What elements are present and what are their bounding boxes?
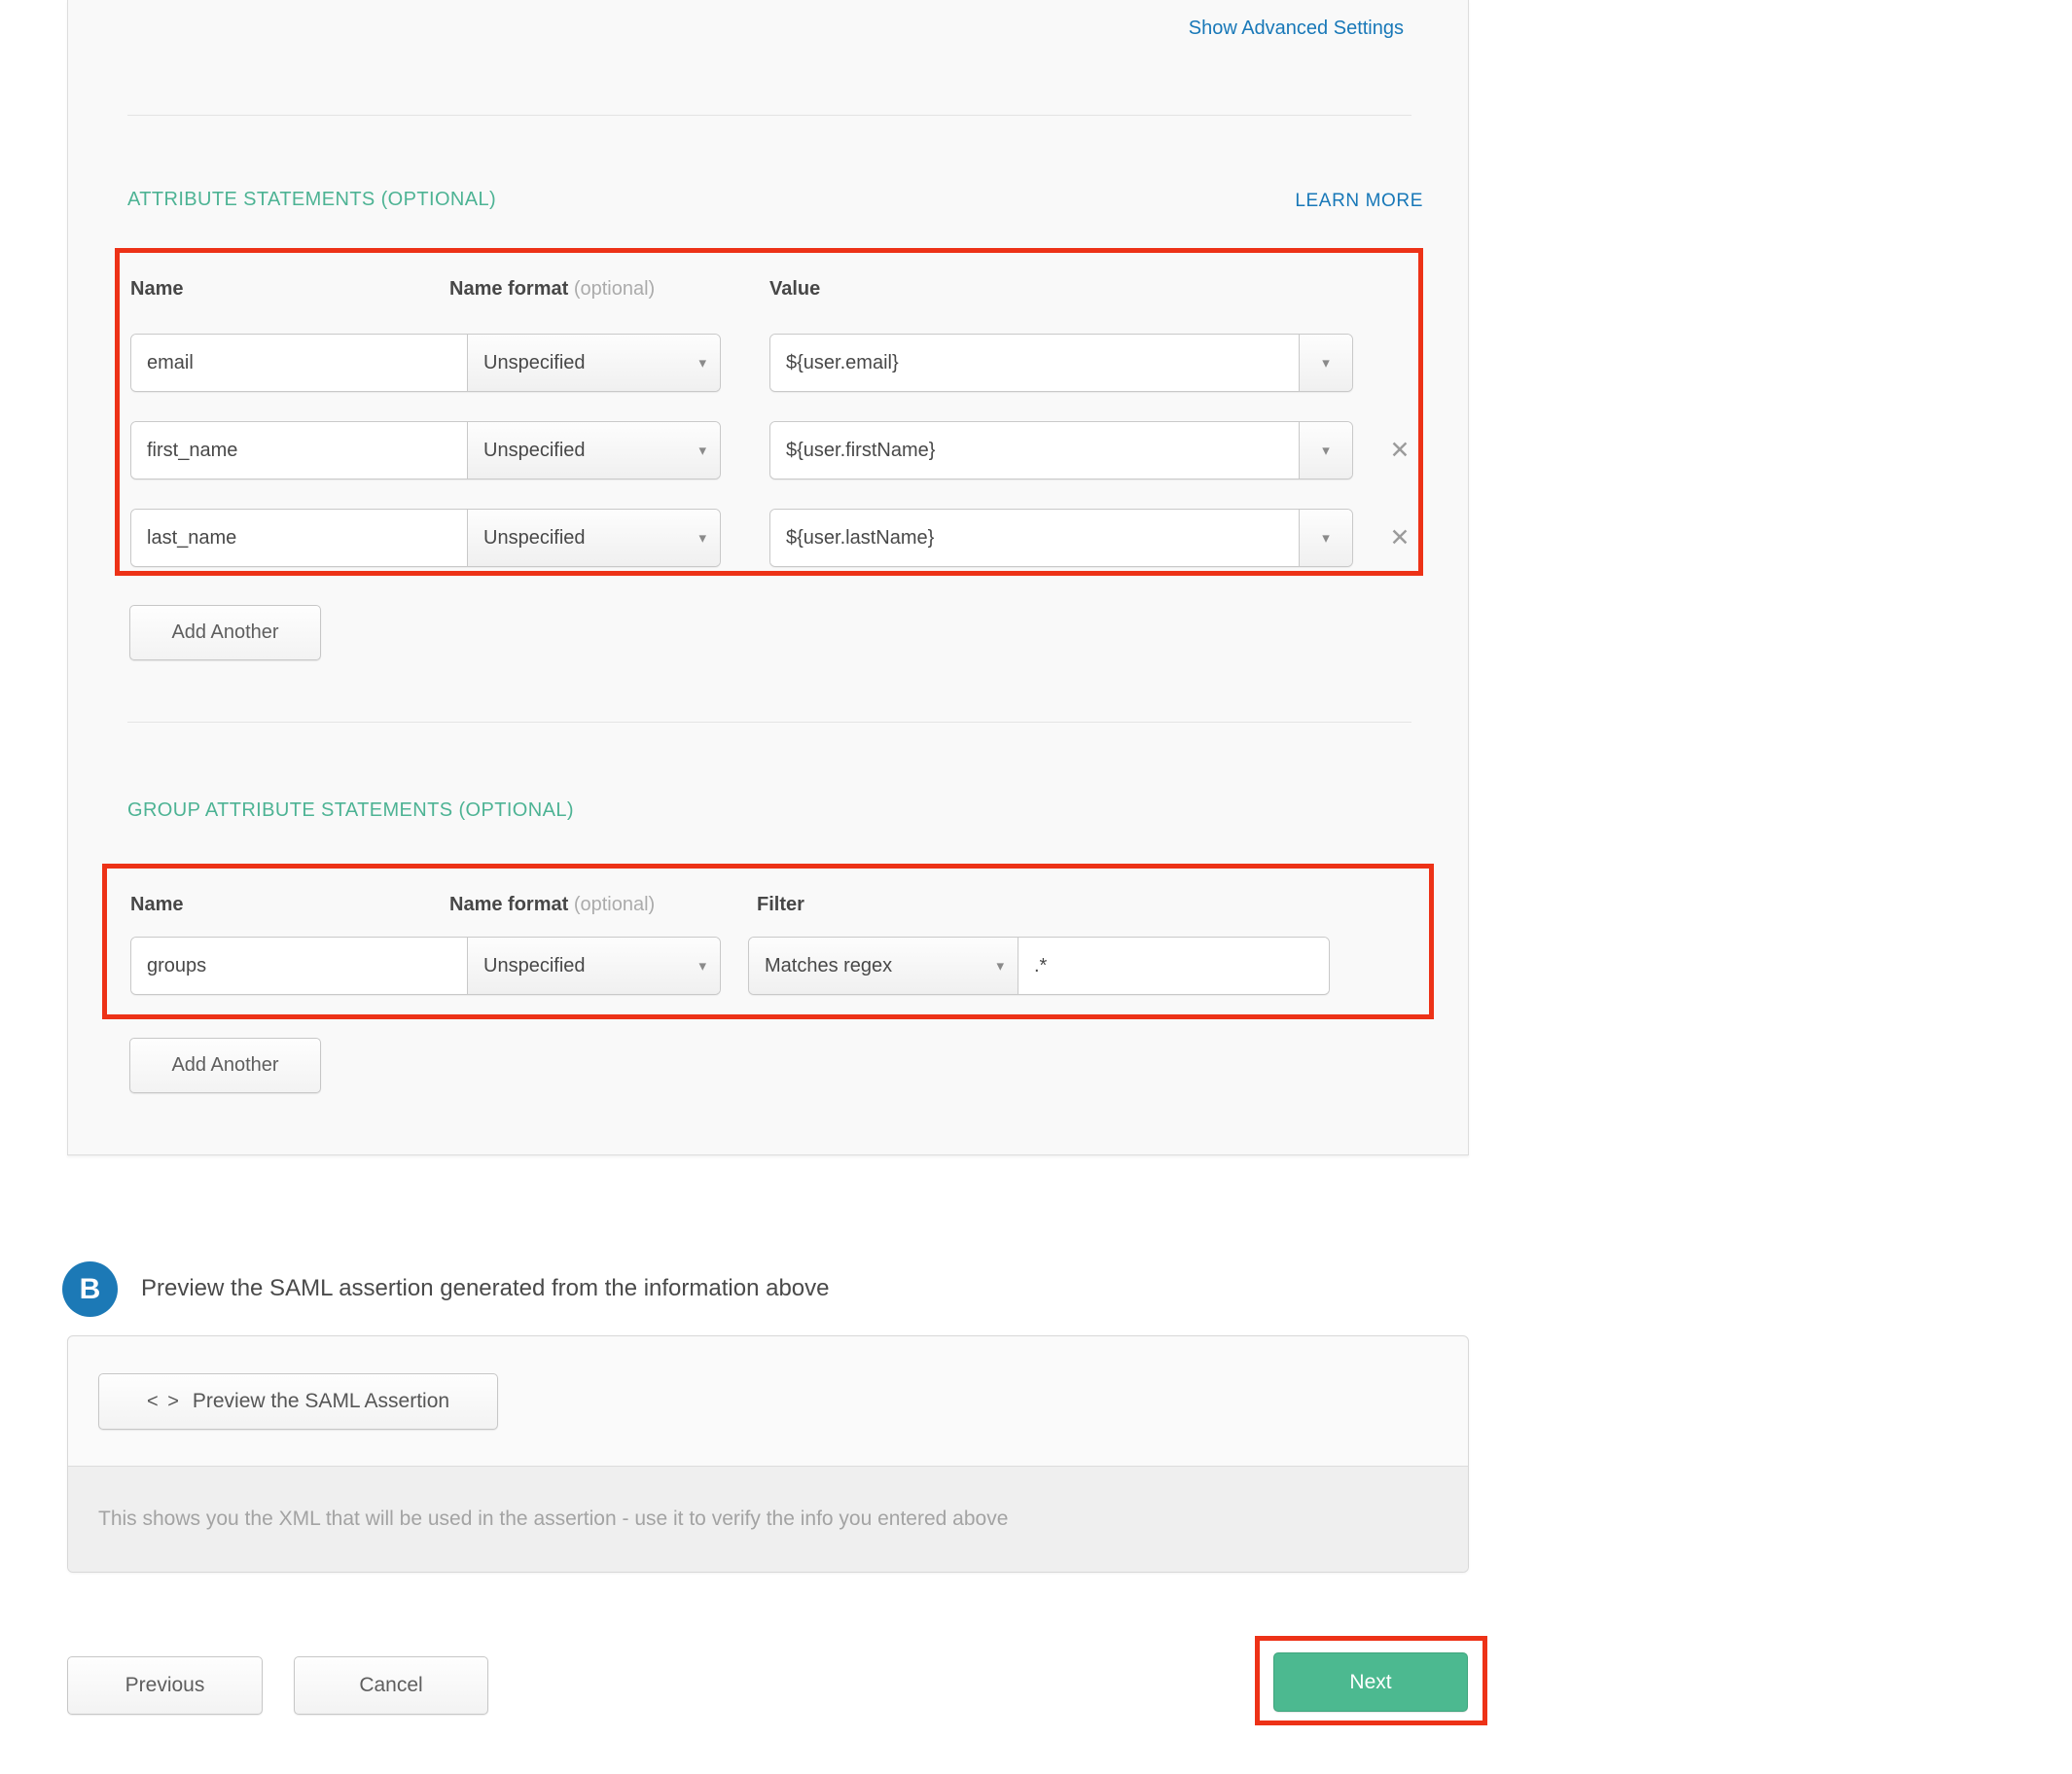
- chevron-down-icon: ▾: [1322, 442, 1330, 459]
- column-header-value: Value: [769, 278, 820, 301]
- remove-row-button[interactable]: ✕: [1378, 509, 1421, 567]
- step-b-badge: B: [62, 1261, 118, 1317]
- filter-type-select[interactable]: Matches regex ▾: [749, 938, 1018, 994]
- attribute-value-input[interactable]: [770, 510, 1299, 566]
- name-format-select[interactable]: Unspecified ▾: [467, 938, 720, 994]
- chevron-down-icon: ▾: [1322, 354, 1330, 372]
- step-b-title: Preview the SAML assertion generated fro…: [141, 1275, 829, 1302]
- preview-help-area: This shows you the XML that will be used…: [68, 1466, 1468, 1572]
- name-and-format-group: Unspecified ▾: [130, 334, 721, 392]
- attribute-row: Unspecified ▾ ▾ ✕: [130, 421, 1434, 479]
- column-header-filter: Filter: [757, 894, 804, 916]
- attribute-row: Unspecified ▾ ▾ ✕: [130, 509, 1434, 567]
- group-attribute-row: Unspecified ▾ Matches regex ▾: [130, 937, 1434, 995]
- preview-button-label: Preview the SAML Assertion: [193, 1390, 449, 1413]
- name-format-value: Unspecified: [483, 955, 586, 977]
- value-group: ▾: [769, 421, 1353, 479]
- attribute-name-input[interactable]: [131, 422, 467, 479]
- attribute-name-input[interactable]: [131, 335, 467, 391]
- group-name-input[interactable]: [131, 938, 467, 994]
- chevron-down-icon: ▾: [698, 529, 706, 547]
- group-attribute-statements-title: GROUP ATTRIBUTE STATEMENTS (OPTIONAL): [127, 799, 574, 822]
- learn-more-link[interactable]: LEARN MORE: [1295, 191, 1423, 212]
- chevron-down-icon: ▾: [698, 442, 706, 459]
- chevron-down-icon: ▾: [1322, 529, 1330, 547]
- cancel-button[interactable]: Cancel: [294, 1656, 488, 1715]
- name-format-value: Unspecified: [483, 352, 586, 374]
- code-brackets-icon: < >: [147, 1391, 181, 1413]
- divider: [127, 722, 1411, 723]
- close-icon: ✕: [1390, 524, 1411, 551]
- remove-row-button[interactable]: ✕: [1378, 421, 1421, 479]
- show-advanced-settings-link[interactable]: Show Advanced Settings: [1189, 18, 1404, 40]
- chevron-down-icon: ▾: [996, 957, 1004, 975]
- value-group: ▾: [769, 509, 1353, 567]
- attribute-value-input[interactable]: [770, 335, 1299, 391]
- name-format-select[interactable]: Unspecified ▾: [467, 335, 720, 391]
- value-group: ▾: [769, 334, 1353, 392]
- chevron-down-icon: ▾: [698, 957, 706, 975]
- close-icon: ✕: [1390, 437, 1411, 464]
- saml-settings-panel: Show Advanced Settings ATTRIBUTE STATEME…: [67, 0, 1469, 1155]
- name-and-format-group: Unspecified ▾: [130, 421, 721, 479]
- next-button[interactable]: Next: [1273, 1652, 1468, 1712]
- preview-saml-assertion-button[interactable]: < > Preview the SAML Assertion: [98, 1373, 498, 1430]
- attribute-row: Unspecified ▾ ▾: [130, 334, 1434, 392]
- column-header-name-format: Name format (optional): [449, 278, 655, 301]
- name-and-format-group: Unspecified ▾: [130, 937, 721, 995]
- filter-value-input[interactable]: [1018, 938, 1329, 994]
- value-dropdown-button[interactable]: ▾: [1299, 422, 1352, 479]
- name-format-value: Unspecified: [483, 527, 586, 550]
- filter-group: Matches regex ▾: [748, 937, 1330, 995]
- column-header-name: Name: [130, 894, 183, 916]
- attribute-name-input[interactable]: [131, 510, 467, 566]
- attribute-value-input[interactable]: [770, 422, 1299, 479]
- filter-type-value: Matches regex: [765, 955, 892, 977]
- value-dropdown-button[interactable]: ▾: [1299, 510, 1352, 566]
- preview-panel: < > Preview the SAML Assertion This show…: [67, 1335, 1469, 1573]
- previous-button[interactable]: Previous: [67, 1656, 263, 1715]
- name-format-value: Unspecified: [483, 440, 586, 462]
- value-dropdown-button[interactable]: ▾: [1299, 335, 1352, 391]
- add-another-group-attribute-button[interactable]: Add Another: [129, 1038, 321, 1093]
- column-header-name-format: Name format (optional): [449, 894, 655, 916]
- attribute-statements-title: ATTRIBUTE STATEMENTS (OPTIONAL): [127, 189, 496, 211]
- name-format-select[interactable]: Unspecified ▾: [467, 422, 720, 479]
- name-and-format-group: Unspecified ▾: [130, 509, 721, 567]
- name-format-select[interactable]: Unspecified ▾: [467, 510, 720, 566]
- add-another-attribute-button[interactable]: Add Another: [129, 605, 321, 660]
- divider: [127, 115, 1411, 116]
- preview-help-text: This shows you the XML that will be used…: [98, 1508, 1008, 1531]
- column-header-name: Name: [130, 278, 183, 301]
- chevron-down-icon: ▾: [698, 354, 706, 372]
